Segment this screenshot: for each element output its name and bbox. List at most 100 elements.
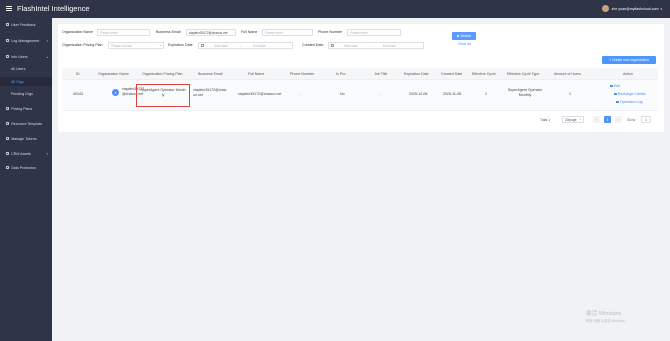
page-number-button[interactable]: 1 — [604, 116, 611, 123]
sidebar-item-all-orgs[interactable]: All Orgs — [0, 77, 52, 86]
goto-label: Go to — [627, 117, 636, 122]
col-org-name: Organization Name — [98, 72, 129, 76]
cell-expiration: 2025-12-08 — [409, 92, 428, 96]
business-email-input[interactable]: xiaplein39172@chacuo.net — [186, 29, 236, 36]
created-start: Start date — [344, 43, 358, 48]
windows-activation-watermark: 激活 Windows 转到"设置"以激活 Windows。 — [586, 309, 628, 323]
search-button-label: Search — [460, 34, 472, 38]
chevron-up-icon: ▴ — [46, 54, 48, 59]
next-page-button[interactable]: › — [615, 116, 622, 123]
sidebar-item-resource-template[interactable]: Resource Template — [0, 119, 52, 128]
col-job-title: Job Title — [374, 72, 388, 76]
recharge-icon — [614, 92, 617, 96]
prev-page-button[interactable]: ‹ — [593, 116, 600, 123]
col-business-email: Business Email — [198, 72, 223, 76]
col-is-pro: Is Pro — [336, 72, 346, 76]
search-icon — [456, 34, 460, 38]
sidebar-item-label: User Feedback — [11, 22, 36, 27]
sidebar-item-label: All Users — [11, 66, 26, 71]
sidebar: User Feedback Log Management ▾ Info User… — [0, 18, 52, 341]
org-name-input[interactable]: Please enter — [97, 29, 150, 36]
sidebar-item-crm-assets[interactable]: CRM Assets ▾ — [0, 149, 52, 158]
edit-button[interactable]: Edit — [610, 84, 620, 88]
pagination-total: Total 1 — [540, 117, 550, 122]
cell-full-name: xiaplein39172@chacuo.net — [238, 92, 282, 96]
operation-log-button[interactable]: Operation Log — [616, 100, 643, 104]
expiration-date-range[interactable]: Start date - End date — [198, 42, 293, 49]
sidebar-item-info-users[interactable]: Info Users ▴ — [0, 52, 52, 61]
sidebar-item-pending-orgs[interactable]: Pending Orgs — [0, 89, 52, 98]
sidebar-item-manage-tokens[interactable]: Manage Tokens — [0, 134, 52, 143]
created-date-range[interactable]: Start date - End date — [328, 42, 424, 49]
cell-is-pro: No — [340, 92, 345, 96]
sidebar-item-label: Log Management — [11, 38, 40, 43]
sidebar-item-label: All Orgs — [11, 79, 24, 84]
search-button[interactable]: Search — [452, 32, 476, 40]
pricing-plan-placeholder: Please choose — [111, 43, 132, 48]
phone-number-label: Phone Number — [318, 30, 343, 34]
pricing-plan-select[interactable]: Please choose ▾ — [108, 42, 164, 49]
chevron-down-icon: ▾ — [159, 44, 161, 47]
range-separator: - — [239, 43, 241, 48]
recharge-credits-button[interactable]: Recharge Credits — [614, 92, 646, 96]
cell-created: 2025-11-08 — [443, 92, 462, 96]
users-icon — [6, 54, 10, 59]
user-menu[interactable]: zhe yuan@myflashcloud.com ▾ — [602, 5, 662, 12]
col-created: Created Date — [441, 72, 463, 76]
log-icon — [6, 38, 10, 43]
log-icon — [616, 100, 619, 104]
col-users: Amount of Users — [554, 72, 581, 76]
edit-label: Edit — [613, 84, 620, 88]
col-cycle-type: Effective Cycle Type — [507, 72, 540, 76]
pricing-icon — [6, 106, 10, 111]
col-phone: Phone Number — [290, 72, 315, 76]
col-pricing-plan: Organization Pricing Plan — [142, 72, 183, 76]
app-title: FlashIntel Intelligence — [17, 4, 90, 13]
cell-job-title: - — [380, 92, 382, 96]
expiration-end: End date — [252, 43, 266, 48]
template-icon — [6, 121, 10, 126]
chevron-down-icon: ▾ — [46, 38, 48, 43]
col-cycle: Effective Cycle — [472, 72, 496, 76]
watermark-subtitle: 转到"设置"以激活 Windows。 — [586, 319, 628, 323]
col-id: ID — [76, 72, 80, 76]
sidebar-item-label: CRM Assets — [11, 151, 31, 156]
sidebar-item-label: Pending Orgs — [11, 91, 33, 96]
token-icon — [6, 136, 10, 141]
sidebar-item-label: Manage Tokens — [11, 136, 37, 141]
page-size-value: 20/page — [565, 117, 577, 122]
chevron-down-icon: ▾ — [660, 6, 662, 11]
shield-icon — [6, 165, 10, 170]
phone-number-input[interactable]: Please enter — [347, 29, 401, 36]
cell-phone: - — [300, 92, 302, 96]
edit-icon — [610, 84, 613, 88]
col-expiration: Expiration Date — [404, 72, 429, 76]
recharge-label: Recharge Credits — [617, 92, 646, 96]
page-size-select[interactable]: 20/page ▾ — [562, 116, 584, 123]
calendar-icon — [331, 44, 334, 47]
full-name-input[interactable]: Please enter — [262, 29, 313, 36]
org-name-label: Organization Name — [62, 30, 93, 34]
col-full-name: Full Name — [248, 72, 265, 76]
sidebar-item-data-protection[interactable]: Data Protection — [0, 163, 52, 172]
top-bar: FlashIntel Intelligence zhe yuan@myflash… — [0, 0, 670, 18]
table-row: 90243 X xiaplein39172 @chacuo.net SuperA… — [62, 80, 658, 111]
email-line2: uo.net — [193, 93, 203, 97]
goto-page-input[interactable]: 1 — [641, 116, 651, 123]
business-email-label: Business Email — [156, 30, 181, 34]
sidebar-item-log-management[interactable]: Log Management ▾ — [0, 36, 52, 45]
range-separator: - — [369, 43, 371, 48]
sidebar-item-all-users[interactable]: All Users — [0, 64, 52, 73]
table-header: ID Organization Name Organization Pricin… — [62, 68, 658, 80]
menu-toggle-icon[interactable] — [6, 6, 12, 11]
chevron-down-icon: ▾ — [46, 151, 48, 156]
sidebar-item-pricing-plans[interactable]: Pricing Plans — [0, 104, 52, 113]
cell-cycle: 1 — [485, 92, 487, 96]
create-organization-button[interactable]: + Create new organization — [602, 56, 656, 64]
operation-log-label: Operation Log — [619, 100, 643, 104]
sidebar-item-user-feedback[interactable]: User Feedback — [0, 20, 52, 29]
clear-all-link[interactable]: Clear All — [458, 42, 471, 46]
col-action: Action — [623, 72, 633, 76]
watermark-title: 激活 Windows — [586, 311, 622, 317]
sidebar-item-label: Data Protection — [11, 165, 36, 170]
